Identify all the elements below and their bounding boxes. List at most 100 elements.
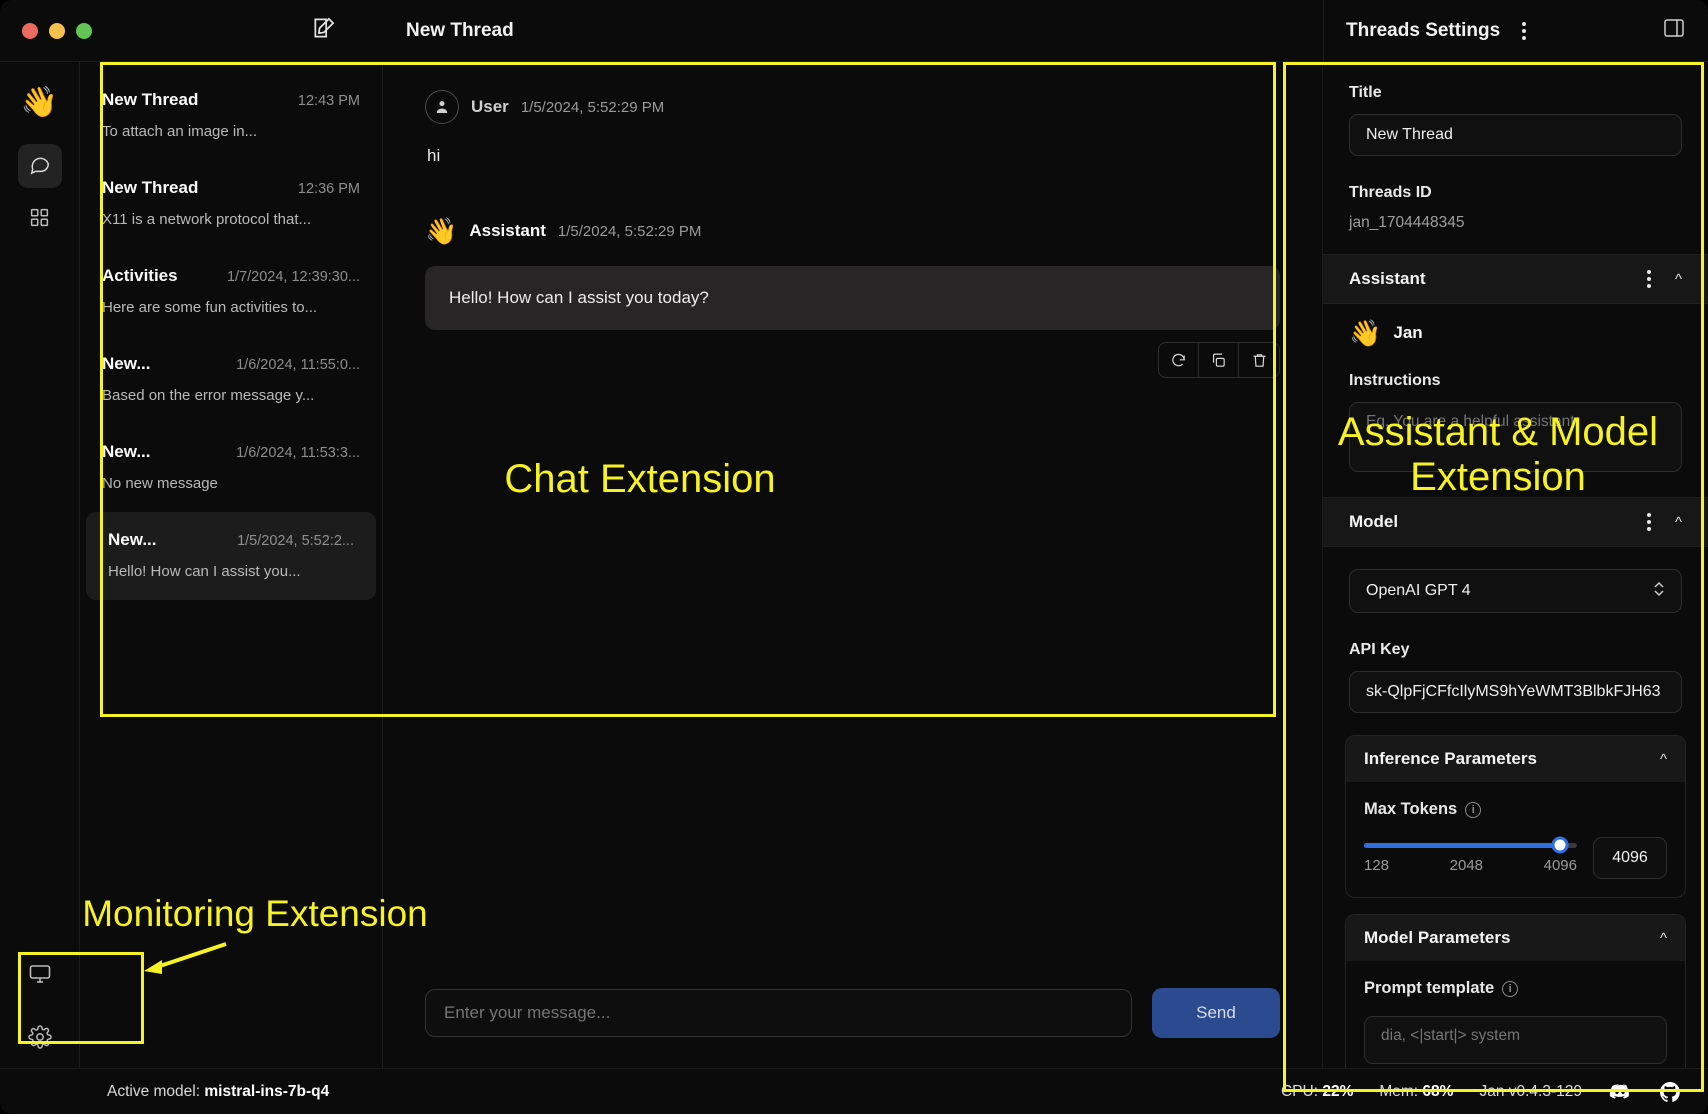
thread-list-item-selected[interactable]: New... 1/5/2024, 5:52:2... Hello! How ca… [86, 512, 376, 600]
thread-snippet: Hello! How can I assist you... [108, 563, 354, 580]
model-select[interactable]: OpenAI GPT 4 [1349, 569, 1682, 613]
message-author: Assistant [469, 221, 546, 241]
chevron-up-icon[interactable]: ^ [1660, 751, 1667, 768]
github-icon[interactable] [1658, 1080, 1682, 1104]
settings-panel-header: Threads Settings [1323, 0, 1708, 61]
cpu-status: CPU: 22% [1281, 1083, 1353, 1101]
title-bar: New Thread Threads Settings [0, 0, 1708, 62]
threads-id-value: jan_1704448345 [1349, 214, 1682, 232]
title-field-group: Title [1323, 62, 1708, 162]
page-title: New Thread [380, 20, 1323, 42]
message-timestamp: 1/5/2024, 5:52:29 PM [521, 99, 664, 116]
thread-snippet: X11 is a network protocol that... [102, 211, 360, 228]
sidebar-item-chat[interactable] [18, 144, 62, 188]
message-list: User 1/5/2024, 5:52:29 PM hi 👋 Assistant… [383, 62, 1322, 988]
user-avatar-icon [425, 90, 459, 124]
message-text: Hello! How can I assist you today? [425, 266, 1280, 330]
message-text: hi [425, 146, 1280, 166]
message-assistant: 👋 Assistant 1/5/2024, 5:52:29 PM Hello! … [425, 218, 1280, 378]
compose-zone [268, 15, 380, 46]
model-parameters-card: Model Parameters ^ Prompt template i [1345, 914, 1686, 1068]
mem-status: Mem: 68% [1379, 1083, 1453, 1101]
trash-icon[interactable] [1239, 343, 1279, 377]
app-version: Jan v0.4.3-129 [1479, 1083, 1582, 1101]
maximize-window-button[interactable] [76, 23, 92, 39]
prompt-template-label: Prompt template [1364, 979, 1494, 998]
max-tokens-slider[interactable]: 128 2048 4096 [1364, 843, 1577, 874]
close-window-button[interactable] [22, 23, 38, 39]
thread-title: New... [108, 530, 157, 550]
thread-list[interactable]: New Thread 12:43 PM To attach an image i… [80, 62, 383, 1068]
mem-label: Mem: [1379, 1083, 1418, 1100]
model-section-header[interactable]: Model ^ [1323, 497, 1708, 547]
traffic-lights [0, 23, 268, 39]
prompt-template-textarea[interactable] [1364, 1016, 1667, 1064]
thread-list-item[interactable]: Activities 1/7/2024, 12:39:30... Here ar… [80, 248, 382, 336]
chevron-up-icon[interactable]: ^ [1675, 271, 1682, 288]
assistant-section-header[interactable]: Assistant ^ [1323, 254, 1708, 304]
app-logo-icon: 👋 [21, 88, 58, 118]
chevron-updown-icon [1653, 580, 1665, 603]
thread-title: Activities [102, 266, 178, 286]
slider-tick-max: 4096 [1544, 857, 1577, 874]
slider-tick-mid: 2048 [1450, 857, 1483, 874]
thread-list-item[interactable]: New Thread 12:36 PM X11 is a network pro… [80, 160, 382, 248]
gear-icon[interactable] [28, 1025, 52, 1054]
api-key-label: API Key [1349, 641, 1682, 659]
max-tokens-value[interactable]: 4096 [1593, 837, 1667, 879]
chevron-up-icon[interactable]: ^ [1675, 514, 1682, 531]
kebab-menu-icon[interactable] [1514, 21, 1534, 41]
max-tokens-label: Max Tokens [1364, 800, 1457, 819]
info-icon[interactable]: i [1465, 802, 1481, 818]
message-input[interactable] [425, 989, 1132, 1037]
active-model-status: Active model: mistral-ins-7b-q4 [0, 1083, 329, 1101]
thread-list-item[interactable]: New Thread 12:43 PM To attach an image i… [80, 72, 382, 160]
sidebar-toggle-icon[interactable] [1662, 16, 1686, 45]
refresh-icon[interactable] [1159, 343, 1199, 377]
minimize-window-button[interactable] [49, 23, 65, 39]
info-icon[interactable]: i [1502, 981, 1518, 997]
api-key-input[interactable] [1349, 671, 1682, 713]
model-parameters-body: Prompt template i [1346, 961, 1685, 1068]
assistant-kebab-menu-icon[interactable] [1639, 269, 1659, 289]
model-section-title: Model [1349, 512, 1398, 532]
inference-parameters-header[interactable]: Inference Parameters ^ [1346, 736, 1685, 782]
instructions-textarea[interactable] [1349, 402, 1682, 472]
model-kebab-menu-icon[interactable] [1639, 512, 1659, 532]
assistant-identity: 👋 Jan [1323, 304, 1708, 350]
main-body: 👋 [0, 62, 1708, 1068]
thread-snippet: Based on the error message y... [102, 387, 360, 404]
max-tokens-label-row: Max Tokens i [1364, 800, 1667, 819]
sidebar-item-hub[interactable] [18, 198, 62, 242]
settings-panel-title: Threads Settings [1346, 20, 1500, 42]
monitor-icon[interactable] [28, 962, 52, 991]
cpu-value: 22% [1322, 1083, 1353, 1100]
status-right-group: CPU: 22% Mem: 68% Jan v0.4.3-129 [1281, 1080, 1708, 1104]
thread-snippet: To attach an image in... [102, 123, 360, 140]
thread-list-item[interactable]: New... 1/6/2024, 11:53:3... No new messa… [80, 424, 382, 512]
thread-title-input[interactable] [1349, 114, 1682, 156]
jan-app-window: New Thread Threads Settings 👋 [0, 0, 1708, 1114]
model-parameters-header[interactable]: Model Parameters ^ [1346, 915, 1685, 961]
assistant-avatar-icon: 👋 [425, 218, 457, 244]
copy-icon[interactable] [1199, 343, 1239, 377]
thread-snippet: Here are some fun activities to... [102, 299, 360, 316]
thread-settings-panel: Title Threads ID jan_1704448345 Assistan… [1323, 62, 1708, 1068]
slider-knob[interactable] [1551, 837, 1568, 854]
chat-panel: User 1/5/2024, 5:52:29 PM hi 👋 Assistant… [383, 62, 1323, 1068]
rail-bottom-group [0, 962, 79, 1054]
message-timestamp: 1/5/2024, 5:52:29 PM [558, 223, 701, 240]
discord-icon[interactable] [1608, 1080, 1632, 1104]
instructions-label: Instructions [1349, 372, 1682, 390]
send-button[interactable]: Send [1152, 988, 1280, 1038]
thread-timestamp: 1/5/2024, 5:52:2... [237, 533, 354, 549]
chevron-up-icon[interactable]: ^ [1660, 930, 1667, 947]
status-bar: Active model: mistral-ins-7b-q4 CPU: 22%… [0, 1068, 1708, 1114]
compose-icon[interactable] [311, 15, 337, 46]
model-select-value: OpenAI GPT 4 [1366, 582, 1471, 600]
thread-list-item[interactable]: New... 1/6/2024, 11:55:0... Based on the… [80, 336, 382, 424]
model-parameters-title: Model Parameters [1364, 928, 1510, 948]
prompt-template-label-row: Prompt template i [1364, 979, 1667, 998]
thread-title: New Thread [102, 90, 198, 110]
message-composer: Send [383, 988, 1322, 1068]
